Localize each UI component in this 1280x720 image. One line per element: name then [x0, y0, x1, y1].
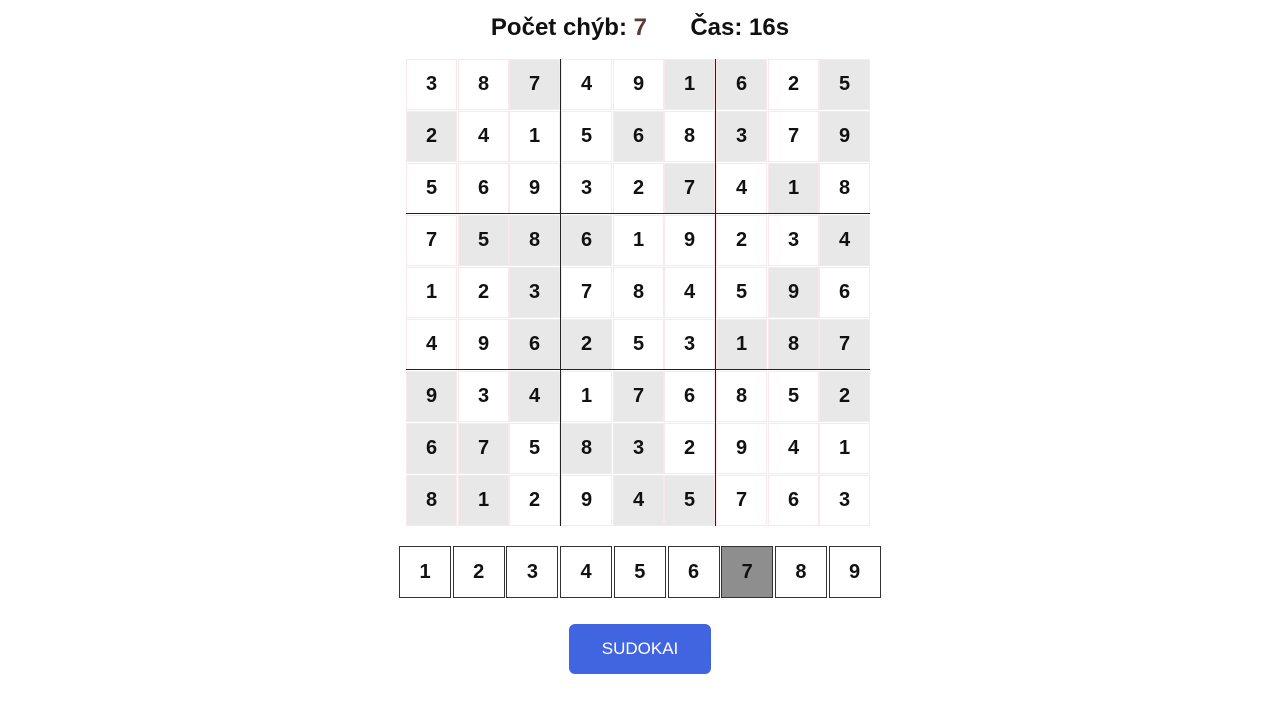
sudoku-cell-r7-c3[interactable]: 4: [509, 371, 560, 422]
sudoku-cell-r1-c2[interactable]: 8: [458, 59, 509, 110]
sudoku-cell-r7-c9[interactable]: 2: [819, 371, 870, 422]
sudoku-cell-r8-c1[interactable]: 6: [406, 423, 457, 474]
sudoku-cell-r6-c6[interactable]: 3: [664, 319, 715, 370]
sudoku-cell-r7-c4[interactable]: 1: [561, 371, 612, 422]
time-label: Čas:: [690, 14, 743, 41]
sudoku-cell-r3-c4[interactable]: 3: [561, 163, 612, 214]
sudoku-cell-r7-c2[interactable]: 3: [458, 371, 509, 422]
sudoku-cell-r9-c5[interactable]: 4: [613, 475, 664, 526]
sudoku-cell-r6-c8[interactable]: 8: [768, 319, 819, 370]
sudoku-cell-r4-c2[interactable]: 5: [458, 215, 509, 266]
sudoku-cell-r1-c1[interactable]: 3: [406, 59, 457, 110]
sudoku-cell-r4-c8[interactable]: 3: [768, 215, 819, 266]
sudoku-cell-r5-c9[interactable]: 6: [819, 267, 870, 318]
sudoku-cell-r3-c5[interactable]: 2: [613, 163, 664, 214]
sudoku-cell-r8-c9[interactable]: 1: [819, 423, 870, 474]
sudoku-cell-r6-c2[interactable]: 9: [458, 319, 509, 370]
sudoku-cell-r3-c1[interactable]: 5: [406, 163, 457, 214]
sudoku-cell-r3-c8[interactable]: 1: [768, 163, 819, 214]
sudoku-cell-r5-c5[interactable]: 8: [613, 267, 664, 318]
number-button-6[interactable]: 6: [667, 546, 720, 598]
sudoku-cell-r8-c8[interactable]: 4: [768, 423, 819, 474]
number-pad: 123456789: [399, 546, 883, 598]
sudoku-cell-r5-c7[interactable]: 5: [716, 267, 767, 318]
sudoku-cell-r6-c9[interactable]: 7: [819, 319, 870, 370]
number-button-1[interactable]: 1: [399, 546, 451, 598]
submit-button[interactable]: SUDOKAI: [569, 624, 711, 674]
sudoku-cell-r5-c2[interactable]: 2: [458, 267, 509, 318]
sudoku-cell-r4-c6[interactable]: 9: [664, 215, 715, 266]
sudoku-cell-r7-c6[interactable]: 6: [664, 371, 715, 422]
sudoku-cell-r8-c6[interactable]: 2: [664, 423, 715, 474]
sudoku-cell-r7-c1[interactable]: 9: [406, 371, 457, 422]
sudoku-cell-r3-c6[interactable]: 7: [664, 163, 715, 214]
sudoku-cell-r1-c3[interactable]: 7: [509, 59, 560, 110]
sudoku-cell-r9-c8[interactable]: 6: [768, 475, 819, 526]
sudoku-cell-r1-c4[interactable]: 4: [561, 59, 612, 110]
sudoku-cell-r2-c7[interactable]: 3: [716, 111, 767, 162]
sudoku-cell-r2-c6[interactable]: 8: [664, 111, 715, 162]
number-button-7[interactable]: 7: [721, 546, 774, 598]
sudoku-cell-r8-c3[interactable]: 5: [509, 423, 560, 474]
mistakes-count: 7: [633, 14, 647, 41]
sudoku-cell-r3-c7[interactable]: 4: [716, 163, 767, 214]
time-value: 16s: [749, 14, 790, 41]
sudoku-cell-r5-c8[interactable]: 9: [768, 267, 819, 318]
sudoku-cell-r4-c7[interactable]: 2: [716, 215, 767, 266]
sudoku-cell-r3-c9[interactable]: 8: [819, 163, 870, 214]
number-button-2[interactable]: 2: [452, 546, 505, 598]
number-button-4[interactable]: 4: [560, 546, 613, 598]
sudoku-cell-r9-c3[interactable]: 2: [509, 475, 560, 526]
sudoku-cell-r1-c7[interactable]: 6: [716, 59, 767, 110]
sudoku-cell-r1-c8[interactable]: 2: [768, 59, 819, 110]
sudoku-cell-r2-c2[interactable]: 4: [458, 111, 509, 162]
sudoku-cell-r8-c5[interactable]: 3: [613, 423, 664, 474]
sudoku-cell-r4-c5[interactable]: 1: [613, 215, 664, 266]
sudoku-cell-r5-c3[interactable]: 3: [509, 267, 560, 318]
number-button-5[interactable]: 5: [613, 546, 666, 598]
sudoku-cell-r5-c6[interactable]: 4: [664, 267, 715, 318]
sudoku-cell-r9-c9[interactable]: 3: [819, 475, 870, 526]
status-bar: Počet chýb: 7 Čas: 16s: [0, 14, 1280, 42]
sudoku-cell-r2-c8[interactable]: 7: [768, 111, 819, 162]
sudoku-cell-r1-c5[interactable]: 9: [613, 59, 664, 110]
number-button-9[interactable]: 9: [828, 546, 881, 598]
sudoku-cell-r9-c7[interactable]: 7: [716, 475, 767, 526]
sudoku-cell-r9-c2[interactable]: 1: [458, 475, 509, 526]
sudoku-cell-r4-c9[interactable]: 4: [819, 215, 870, 266]
sudoku-cell-r2-c5[interactable]: 6: [613, 111, 664, 162]
sudoku-cell-r4-c3[interactable]: 8: [509, 215, 560, 266]
sudoku-cell-r6-c7[interactable]: 1: [716, 319, 767, 370]
sudoku-cell-r2-c4[interactable]: 5: [561, 111, 612, 162]
sudoku-cell-r9-c4[interactable]: 9: [561, 475, 612, 526]
sudoku-cell-r8-c7[interactable]: 9: [716, 423, 767, 474]
sudoku-cell-r4-c4[interactable]: 6: [561, 215, 612, 266]
sudoku-cell-r2-c1[interactable]: 2: [406, 111, 457, 162]
sudoku-cell-r6-c3[interactable]: 6: [509, 319, 560, 370]
sudoku-cell-r8-c2[interactable]: 7: [458, 423, 509, 474]
sudoku-cell-r4-c1[interactable]: 7: [406, 215, 457, 266]
sudoku-cell-r5-c1[interactable]: 1: [406, 267, 457, 318]
sudoku-cell-r7-c5[interactable]: 7: [613, 371, 664, 422]
sudoku-cell-r2-c3[interactable]: 1: [509, 111, 560, 162]
number-button-8[interactable]: 8: [774, 546, 827, 598]
sudoku-cell-r1-c6[interactable]: 1: [664, 59, 715, 110]
sudoku-cell-r6-c5[interactable]: 5: [613, 319, 664, 370]
sudoku-cell-r2-c9[interactable]: 9: [819, 111, 870, 162]
number-button-3[interactable]: 3: [506, 546, 559, 598]
sudoku-cell-r3-c3[interactable]: 9: [509, 163, 560, 214]
sudoku-cell-r1-c9[interactable]: 5: [819, 59, 870, 110]
sudoku-cell-r9-c6[interactable]: 5: [664, 475, 715, 526]
sudoku-cell-r6-c1[interactable]: 4: [406, 319, 457, 370]
sudoku-cell-r5-c4[interactable]: 7: [561, 267, 612, 318]
sudoku-cell-r7-c8[interactable]: 5: [768, 371, 819, 422]
sudoku-cell-r3-c2[interactable]: 6: [458, 163, 509, 214]
mistakes-label: Počet chýb:: [490, 14, 627, 41]
sudoku-cell-r8-c4[interactable]: 8: [561, 423, 612, 474]
sudoku-board: 3874916252415683795693274187586192341237…: [406, 59, 870, 526]
sudoku-cell-r7-c7[interactable]: 8: [716, 371, 767, 422]
sudoku-cell-r6-c4[interactable]: 2: [561, 319, 612, 370]
sudoku-cell-r9-c1[interactable]: 8: [406, 475, 457, 526]
